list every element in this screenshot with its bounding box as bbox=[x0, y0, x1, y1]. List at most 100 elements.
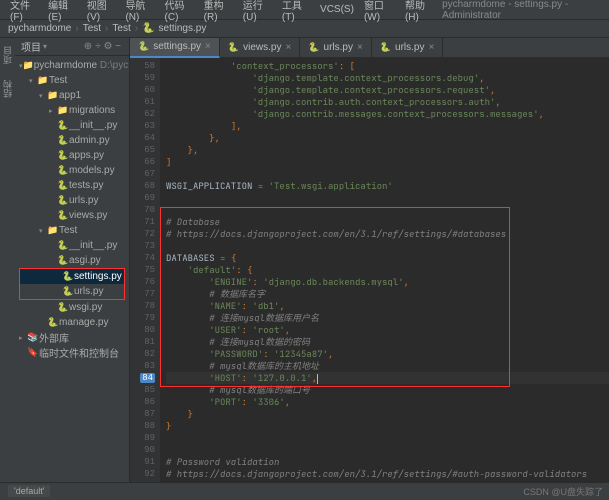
menu-view[interactable]: 视图(V) bbox=[83, 0, 120, 23]
close-icon[interactable]: × bbox=[428, 42, 434, 53]
code-line[interactable]: # mysql数据库的端口号 bbox=[166, 384, 609, 396]
tab-views[interactable]: 🐍 views.py× bbox=[220, 38, 300, 58]
file-tree[interactable]: ▾📁pycharmdome D:\pycharmdome▾📁Test▾📁app1… bbox=[15, 56, 129, 362]
code-line[interactable]: 'USER': 'root', bbox=[166, 324, 609, 336]
vtab-structure[interactable]: 结构 bbox=[0, 76, 15, 102]
crumb[interactable]: pycharmdome bbox=[8, 23, 71, 34]
code-line[interactable]: # mysql数据库的主机地址 bbox=[166, 360, 609, 372]
code-line[interactable]: 'context_processors': [ bbox=[166, 60, 609, 72]
editor-area: 🐍 settings.py× 🐍 views.py× 🐍 urls.py× 🐍 … bbox=[130, 38, 609, 482]
tree-node[interactable]: 🐍__init__.py bbox=[15, 238, 129, 253]
close-icon[interactable]: × bbox=[357, 42, 363, 53]
code-line[interactable] bbox=[166, 432, 609, 444]
tab-urls2[interactable]: 🐍 urls.py× bbox=[372, 38, 444, 58]
watermark: CSDN @U盘失踪了 bbox=[523, 485, 603, 498]
tree-node[interactable]: ▾📁Test bbox=[15, 223, 129, 238]
code-line[interactable]: }, bbox=[166, 144, 609, 156]
python-icon: 🐍 bbox=[380, 42, 391, 53]
tree-node[interactable]: 🐍settings.py bbox=[20, 269, 124, 284]
menu-file[interactable]: 文件(F) bbox=[6, 0, 42, 23]
tree-node[interactable]: ▾📁Test bbox=[15, 73, 129, 88]
code-line[interactable] bbox=[166, 240, 609, 252]
python-icon: 🐍 bbox=[138, 41, 149, 52]
target-icon[interactable]: ⊕ bbox=[83, 41, 93, 52]
editor-tabs: 🐍 settings.py× 🐍 views.py× 🐍 urls.py× 🐍 … bbox=[130, 38, 609, 58]
sidebar-title: 项目 bbox=[21, 39, 41, 54]
code-line[interactable]: # Database bbox=[166, 216, 609, 228]
tree-node[interactable]: 🔖临时文件和控制台 bbox=[15, 345, 129, 360]
code-line[interactable]: # Password validation bbox=[166, 456, 609, 468]
code-line[interactable]: 'ENGINE': 'django.db.backends.mysql', bbox=[166, 276, 609, 288]
project-sidebar: 项目 ▾ ⊕ ÷ ⚙ − ▾📁pycharmdome D:\pycharmdom… bbox=[15, 38, 130, 482]
menu-edit[interactable]: 编辑(E) bbox=[44, 0, 81, 23]
tree-node[interactable]: 🐍models.py bbox=[15, 163, 129, 178]
code-line[interactable]: WSGI_APPLICATION = 'Test.wsgi.applicatio… bbox=[166, 180, 609, 192]
code-line[interactable]: 'django.contrib.messages.context_process… bbox=[166, 108, 609, 120]
divide-icon[interactable]: ÷ bbox=[93, 41, 103, 52]
tree-node[interactable]: 🐍manage.py bbox=[15, 315, 129, 330]
code-line[interactable]: DATABASES = { bbox=[166, 252, 609, 264]
left-gutter: 项目 结构 bbox=[0, 38, 15, 482]
tree-node[interactable]: 🐍__init__.py bbox=[15, 118, 129, 133]
collapse-icon[interactable]: − bbox=[113, 41, 123, 52]
close-icon[interactable]: × bbox=[205, 41, 211, 52]
code-line[interactable]: 'NAME': 'db1', bbox=[166, 300, 609, 312]
code-line[interactable]: # https://docs.djangoproject.com/en/3.1/… bbox=[166, 468, 609, 480]
context-pill[interactable]: 'default' bbox=[8, 485, 50, 497]
tab-urls1[interactable]: 🐍 urls.py× bbox=[300, 38, 372, 58]
line-numbers: 5859606162636465666768697071727374757677… bbox=[130, 58, 160, 482]
menu-run[interactable]: 运行(U) bbox=[239, 0, 276, 23]
code-line[interactable]: } bbox=[166, 420, 609, 432]
tree-node[interactable]: ▾📁app1 bbox=[15, 88, 129, 103]
menu-navigate[interactable]: 导航(N) bbox=[121, 0, 158, 23]
code-line[interactable]: 'HOST': '127.0.0.1', bbox=[166, 372, 609, 384]
code-line[interactable]: # https://docs.djangoproject.com/en/3.1/… bbox=[166, 228, 609, 240]
code-line[interactable]: 'PORT': '3306', bbox=[166, 396, 609, 408]
code-line[interactable]: 'default': { bbox=[166, 264, 609, 276]
crumb[interactable]: settings.py bbox=[159, 23, 207, 34]
tree-node[interactable]: 🐍wsgi.py bbox=[15, 300, 129, 315]
crumb[interactable]: Test bbox=[83, 23, 101, 34]
tree-node[interactable]: 🐍tests.py bbox=[15, 178, 129, 193]
code-line[interactable]: } bbox=[166, 408, 609, 420]
code-line[interactable] bbox=[166, 204, 609, 216]
code-line[interactable]: # 数据库名字 bbox=[166, 288, 609, 300]
chevron-down-icon[interactable]: ▾ bbox=[43, 42, 47, 51]
code-line[interactable]: ] bbox=[166, 156, 609, 168]
tree-node[interactable]: 🐍admin.py bbox=[15, 133, 129, 148]
menu-refactor[interactable]: 重构(R) bbox=[200, 0, 237, 23]
code-line[interactable]: 'django.contrib.auth.context_processors.… bbox=[166, 96, 609, 108]
tree-node[interactable]: ▾📁pycharmdome D:\pycharmdome bbox=[15, 58, 129, 73]
tree-node[interactable]: 🐍asgi.py bbox=[15, 253, 129, 268]
tab-settings[interactable]: 🐍 settings.py× bbox=[130, 38, 220, 58]
code-line[interactable] bbox=[166, 192, 609, 204]
tree-node[interactable]: 🐍views.py bbox=[15, 208, 129, 223]
code-line[interactable]: 'django.template.context_processors.requ… bbox=[166, 84, 609, 96]
tree-node[interactable]: 🐍apps.py bbox=[15, 148, 129, 163]
code-line[interactable]: }, bbox=[166, 132, 609, 144]
code-line[interactable] bbox=[166, 444, 609, 456]
tree-node[interactable]: 🐍urls.py bbox=[20, 284, 124, 299]
vtab-project[interactable]: 项目 bbox=[0, 42, 15, 68]
menu-code[interactable]: 代码(C) bbox=[161, 0, 198, 23]
menu-window[interactable]: 窗口(W) bbox=[360, 0, 399, 23]
code-line[interactable]: 'django.template.context_processors.debu… bbox=[166, 72, 609, 84]
window-title: pycharmdome - settings.py - Administrato… bbox=[442, 0, 603, 21]
menu-help[interactable]: 帮助(H) bbox=[401, 0, 438, 23]
tree-node[interactable]: ▸📚外部库 bbox=[15, 330, 129, 345]
breadcrumb: pycharmdome› Test› Test› 🐍 settings.py bbox=[0, 20, 609, 38]
code-line[interactable]: # 连接mysql数据库用户名 bbox=[166, 312, 609, 324]
code-line[interactable]: # 连接mysql数据的密码 bbox=[166, 336, 609, 348]
code-line[interactable] bbox=[166, 168, 609, 180]
menu-vcs[interactable]: VCS(S) bbox=[316, 4, 358, 15]
close-icon[interactable]: × bbox=[285, 42, 291, 53]
menu-tools[interactable]: 工具(T) bbox=[278, 0, 314, 23]
tree-node[interactable]: ▸📁migrations bbox=[15, 103, 129, 118]
code-line[interactable]: 'PASSWORD': '12345a87', bbox=[166, 348, 609, 360]
code-editor[interactable]: 'context_processors': [ 'django.template… bbox=[160, 58, 609, 482]
tree-node[interactable]: 🐍urls.py bbox=[15, 193, 129, 208]
code-line[interactable]: ], bbox=[166, 120, 609, 132]
python-icon: 🐍 bbox=[228, 42, 239, 53]
gear-icon[interactable]: ⚙ bbox=[103, 41, 113, 52]
crumb[interactable]: Test bbox=[112, 23, 130, 34]
